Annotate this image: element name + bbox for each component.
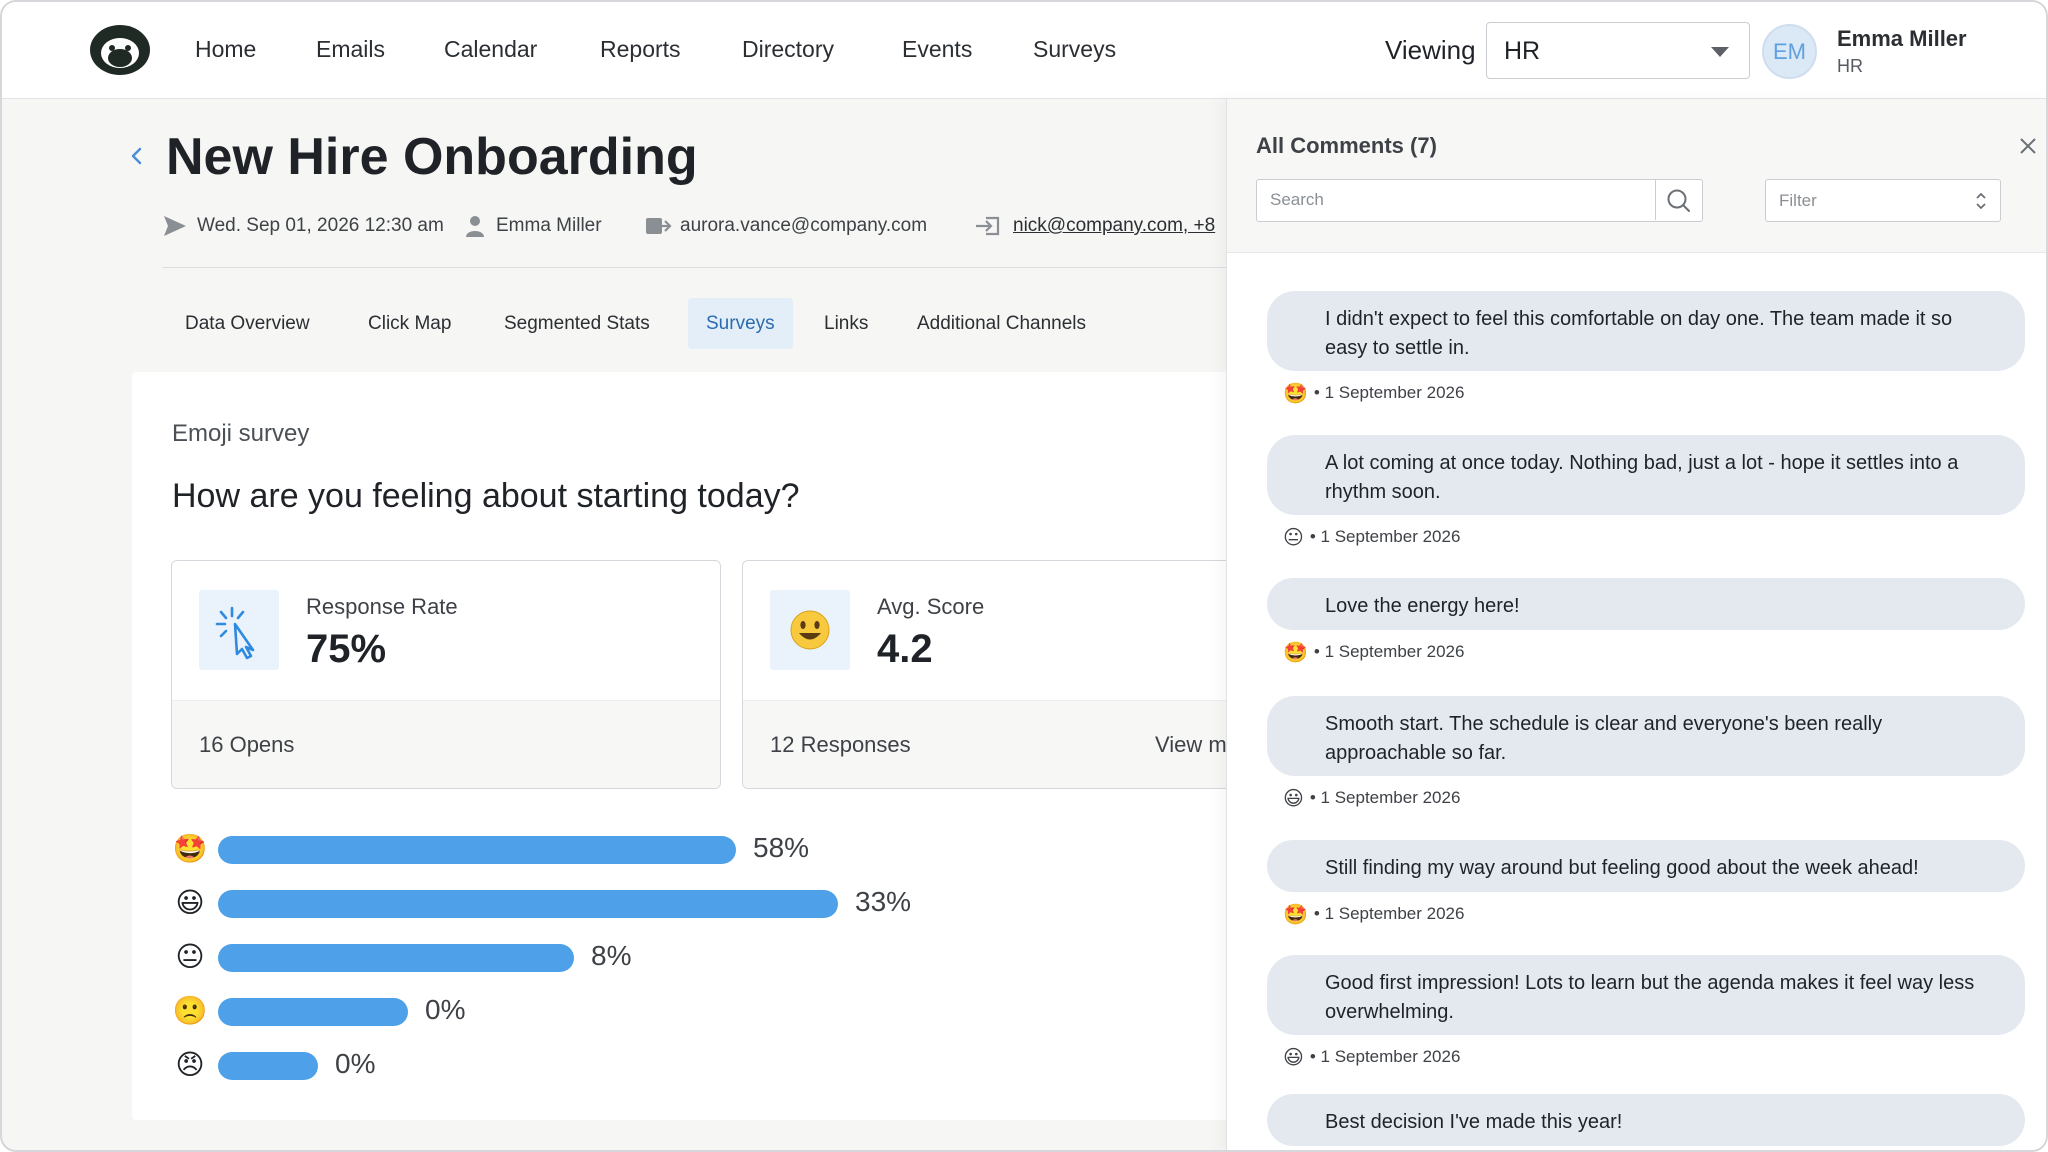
comments-panel: All Comments (7) Filter — [1226, 99, 2046, 1150]
comment-bubble: Still finding my way around but feeling … — [1267, 840, 2025, 892]
comment-date: • 1 September 2026 — [1309, 788, 1461, 807]
close-icon[interactable] — [2017, 135, 2039, 157]
search-button[interactable] — [1655, 180, 1701, 220]
app-window: Home Emails Calendar Reports Directory E… — [0, 0, 2048, 1152]
nav-emails[interactable]: Emails — [316, 36, 385, 63]
up-down-chevron-icon — [1976, 192, 1986, 210]
from-email: aurora.vance@company.com — [680, 215, 928, 236]
comment-emoji: 🤩 — [1283, 642, 1308, 664]
person-icon — [466, 216, 484, 237]
header-divider — [162, 267, 1232, 268]
search-input[interactable] — [1257, 180, 1655, 220]
nav-reports[interactable]: Reports — [600, 36, 681, 63]
responses-count: 12 Responses — [770, 732, 911, 757]
comment-date: • 1 September 2026 — [1309, 527, 1461, 546]
comments-filter[interactable]: Filter — [1765, 179, 2001, 222]
comment-date: • 1 September 2026 — [1313, 383, 1465, 402]
back-chevron-icon[interactable] — [126, 144, 146, 168]
tab-click-map[interactable]: Click Map — [350, 298, 469, 349]
comment-meta: 😃 • 1 September 2026 — [1283, 1045, 1460, 1070]
viewing-select[interactable]: HR — [1486, 22, 1750, 79]
comment-meta: 😐 • 1 September 2026 — [1283, 525, 1460, 550]
comment-emoji: 😃 — [1283, 1047, 1304, 1069]
to-emails[interactable]: nick@company.com, +8 — [1013, 215, 1215, 237]
search-icon — [1667, 189, 1690, 212]
avg-score-value: 4.2 — [877, 627, 933, 671]
bar-value-label: 58% — [753, 832, 810, 863]
comment-emoji: 😐 — [1283, 527, 1304, 549]
tab-links[interactable]: Links — [806, 298, 886, 349]
survey-question: How are you feeling about starting today… — [172, 477, 800, 515]
bar — [218, 836, 736, 864]
to-emails-link[interactable]: nick@company.com, +8 — [1013, 215, 1215, 236]
comment-emoji: 🤩 — [1283, 904, 1308, 926]
comment-meta: 🤩 • 1 September 2026 — [1283, 381, 1464, 406]
comment-meta: 🤩 • 1 September 2026 — [1283, 902, 1464, 927]
bar-emoji-label: 😃 — [175, 887, 205, 918]
bar-emoji-label: 😐 — [175, 941, 205, 972]
avg-score-card: Avg. Score 4.2 12 Responses View m — [742, 560, 1292, 789]
bar — [218, 1052, 318, 1080]
comments-search — [1256, 179, 1703, 222]
sent-date: Wed. Sep 01, 2026 12:30 am — [197, 215, 444, 236]
outbox-icon — [646, 218, 672, 234]
comment-date: • 1 September 2026 — [1313, 904, 1465, 923]
author-name: Emma Miller — [496, 215, 602, 236]
avg-score-label: Avg. Score — [877, 594, 985, 619]
bar-emoji-label: 🙁 — [172, 995, 208, 1026]
tab-additional-channels[interactable]: Additional Channels — [899, 298, 1104, 349]
filter-placeholder: Filter — [1779, 191, 1817, 210]
inbox-icon — [976, 216, 1000, 236]
comment-bubble: I didn't expect to feel this comfortable… — [1267, 291, 2025, 371]
nav-calendar[interactable]: Calendar — [444, 36, 537, 63]
survey-type: Emoji survey — [172, 420, 310, 447]
send-icon — [164, 216, 186, 236]
comment-bubble: A lot coming at once today. Nothing bad,… — [1267, 435, 2025, 515]
response-rate-label: Response Rate — [306, 594, 458, 619]
comment-bubble: Smooth start. The schedule is clear and … — [1267, 696, 2025, 776]
avatar[interactable]: EM — [1762, 24, 1817, 79]
bar-value-label: 8% — [591, 940, 632, 971]
bar-value-label: 0% — [335, 1048, 376, 1079]
response-rate-value: 75% — [306, 627, 387, 671]
nav-surveys[interactable]: Surveys — [1033, 36, 1116, 63]
user-dept: HR — [1837, 56, 1863, 76]
nav-events[interactable]: Events — [902, 36, 972, 63]
chevron-down-icon — [1711, 47, 1729, 57]
comment-bubble: Good first impression! Lots to learn but… — [1267, 955, 2025, 1035]
bar-value-label: 0% — [425, 994, 466, 1025]
response-rate-card: Response Rate 75% 16 Opens — [171, 560, 721, 789]
comment-bubble: Best decision I've made this year! — [1267, 1094, 2025, 1146]
monkey-logo-icon[interactable] — [88, 22, 152, 78]
page-title: New Hire Onboarding — [166, 128, 698, 186]
view-more-link[interactable]: View m — [1155, 732, 1227, 758]
comment-meta: 🤩 • 1 September 2026 — [1283, 640, 1464, 665]
comment-meta: 😃 • 1 September 2026 — [1283, 786, 1460, 811]
bar — [218, 890, 838, 918]
comments-panel-header: All Comments (7) Filter — [1227, 99, 2046, 253]
comment-date: • 1 September 2026 — [1309, 1047, 1461, 1066]
bar-emoji-label: 😠 — [175, 1049, 205, 1080]
bar — [218, 944, 574, 972]
smiley-icon — [770, 590, 850, 670]
comment-emoji: 🤩 — [1283, 383, 1308, 405]
comment-emoji: 😃 — [1283, 788, 1304, 810]
comment-bubble: Love the energy here! — [1267, 578, 2025, 630]
comment-date: • 1 September 2026 — [1313, 642, 1465, 661]
bar — [218, 998, 408, 1026]
nav-directory[interactable]: Directory — [742, 36, 834, 63]
tab-surveys[interactable]: Surveys — [688, 298, 793, 349]
cursor-click-icon — [199, 590, 279, 670]
viewing-label: Viewing — [1385, 35, 1476, 65]
tab-data-overview[interactable]: Data Overview — [167, 298, 328, 349]
viewing-select-value: HR — [1504, 37, 1541, 65]
opens-count: 16 Opens — [199, 732, 295, 757]
user-name: Emma Miller — [1837, 26, 1967, 51]
bar-emoji-label: 🤩 — [172, 833, 208, 864]
tab-segmented-stats[interactable]: Segmented Stats — [486, 298, 668, 349]
nav-home[interactable]: Home — [195, 36, 256, 63]
top-nav: Home Emails Calendar Reports Directory E… — [2, 2, 2046, 99]
bar-value-label: 33% — [855, 886, 912, 917]
comments-title: All Comments (7) — [1256, 133, 1437, 158]
